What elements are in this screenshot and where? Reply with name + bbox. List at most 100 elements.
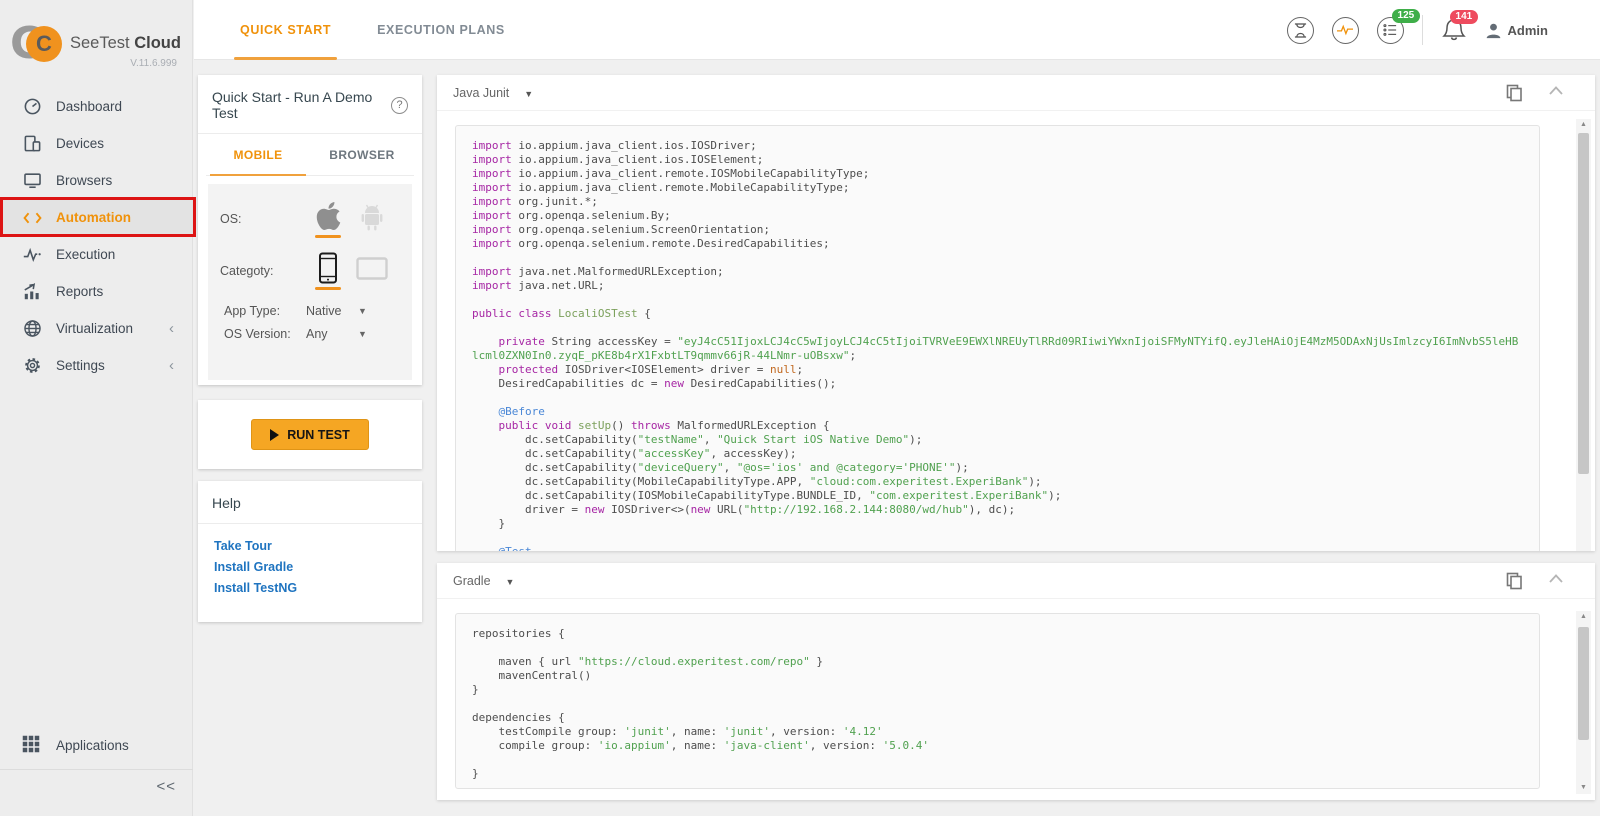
sidebar-item-reports[interactable]: Reports bbox=[0, 273, 192, 310]
code-line: } bbox=[472, 517, 506, 530]
os-version-select[interactable]: Any bbox=[306, 327, 350, 341]
code-line: import java.net.URL; bbox=[472, 279, 605, 292]
sidebar-item-automation[interactable]: Automation bbox=[0, 199, 192, 236]
user-menu[interactable]: Admin bbox=[1485, 22, 1548, 39]
help-icon[interactable]: ? bbox=[391, 96, 408, 114]
gradle-scrollbar[interactable]: ▲ ▼ bbox=[1576, 611, 1591, 794]
os-android-option[interactable] bbox=[350, 200, 394, 231]
globe-icon bbox=[22, 319, 42, 339]
category-phone-option[interactable] bbox=[306, 252, 350, 290]
java-scrollbar[interactable]: ▲ bbox=[1576, 119, 1591, 551]
header-actions: 125 141 Admin bbox=[1286, 0, 1548, 60]
code-line: private String accessKey = "eyJ4cC51Ijox… bbox=[472, 335, 1519, 362]
code-line: compile group: 'io.appium', name: 'java-… bbox=[472, 739, 930, 752]
take-tour-link[interactable]: Take Tour bbox=[214, 536, 406, 557]
copy-code-button[interactable] bbox=[1506, 84, 1523, 102]
quick-start-tabs: MOBILE BROWSER bbox=[206, 134, 414, 176]
code-line: @Before bbox=[498, 405, 545, 418]
task-list-button[interactable]: 125 bbox=[1376, 8, 1421, 44]
sidebar-item-devices[interactable]: Devices bbox=[0, 125, 192, 162]
version-label: V.11.6.999 bbox=[130, 58, 177, 69]
tablet-icon bbox=[356, 257, 388, 280]
install-gradle-link[interactable]: Install Gradle bbox=[214, 557, 406, 578]
task-list-icon bbox=[1383, 23, 1397, 37]
tab-browser[interactable]: BROWSER bbox=[310, 134, 414, 175]
code-line: dc.setCapability(MobileCapabilityType.AP… bbox=[472, 475, 1042, 488]
chevron-down-icon: ▼ bbox=[505, 576, 515, 587]
chevron-left-icon[interactable]: ‹ bbox=[169, 357, 174, 374]
sidebar: C C SeeTest Cloud V.11.6.999 Dashboard D… bbox=[0, 0, 196, 816]
sidebar-item-applications[interactable]: Applications bbox=[0, 728, 192, 762]
code-line: repositories { bbox=[472, 627, 565, 640]
chevron-left-icon[interactable]: ‹ bbox=[169, 320, 174, 337]
code-line: maven { url "https://cloud.experitest.co… bbox=[472, 655, 824, 668]
chevron-down-icon[interactable]: ▼ bbox=[358, 329, 367, 339]
tab-quick-start[interactable]: QUICK START bbox=[233, 0, 338, 60]
chevron-down-icon[interactable]: ▼ bbox=[358, 306, 367, 316]
code-line: public class LocaliOSTest { bbox=[472, 307, 651, 320]
code-line: dc.setCapability(IOSMobileCapabilityType… bbox=[472, 489, 1062, 502]
java-code: import io.appium.java_client.ios.IOSDriv… bbox=[472, 139, 1523, 551]
code-line: driver = new IOSDriver<>(new URL("http:/… bbox=[472, 503, 1016, 516]
code-line: import io.appium.java_client.remote.IOSM… bbox=[472, 167, 870, 180]
code-line: dc.setCapability("deviceQuery", "@os='io… bbox=[472, 461, 969, 474]
pending-sessions-button[interactable] bbox=[1286, 16, 1314, 44]
code-line: public void setUp() throws MalformedURLE… bbox=[498, 419, 830, 432]
app-type-row: App Type: Native ▼ bbox=[220, 304, 400, 318]
tab-mobile[interactable]: MOBILE bbox=[206, 134, 310, 176]
sidebar-item-settings[interactable]: Settings ‹ bbox=[0, 347, 192, 384]
sidebar-item-browsers[interactable]: Browsers bbox=[0, 162, 192, 199]
tab-execution-plans[interactable]: EXECUTION PLANS bbox=[377, 0, 505, 60]
code-line: } bbox=[472, 767, 479, 780]
execution-icon bbox=[22, 245, 42, 265]
header-tabs: QUICK START EXECUTION PLANS bbox=[233, 0, 505, 60]
scrollbar-thumb[interactable] bbox=[1578, 627, 1589, 741]
quick-start-card: Quick Start - Run A Demo Test ? MOBILE B… bbox=[198, 75, 422, 385]
chevron-down-icon: ▼ bbox=[524, 88, 534, 99]
apps-grid-icon bbox=[22, 735, 42, 755]
sidebar-item-virtualization[interactable]: Virtualization ‹ bbox=[0, 310, 192, 347]
install-testng-link[interactable]: Install TestNG bbox=[214, 578, 406, 599]
seetest-logo: C C SeeTest Cloud V.11.6.999 bbox=[10, 18, 185, 74]
pulse-icon bbox=[1337, 24, 1354, 36]
scrollbar-thumb[interactable] bbox=[1578, 133, 1589, 475]
build-tool-select[interactable]: Gradle ▼ bbox=[453, 574, 514, 588]
code-line: DesiredCapabilities dc = new DesiredCapa… bbox=[472, 377, 837, 390]
code-language-select[interactable]: Java Junit ▼ bbox=[453, 86, 533, 100]
gradle-code: repositories { maven { url "https://clou… bbox=[472, 627, 1523, 781]
code-line: @Test bbox=[472, 545, 1523, 551]
sidebar-item-execution[interactable]: Execution bbox=[0, 236, 192, 273]
help-title: Help bbox=[212, 495, 241, 511]
os-version-label: OS Version: bbox=[224, 327, 291, 341]
dashboard-icon bbox=[22, 97, 42, 117]
run-test-button[interactable]: RUN TEST bbox=[251, 419, 369, 450]
scroll-up-arrow[interactable]: ▲ bbox=[1576, 119, 1591, 131]
category-tablet-option[interactable] bbox=[350, 252, 394, 280]
code-line: import org.openqa.selenium.ScreenOrienta… bbox=[472, 223, 771, 236]
collapse-panel-button[interactable] bbox=[1549, 574, 1563, 583]
copy-code-button[interactable] bbox=[1506, 572, 1523, 590]
play-icon bbox=[270, 428, 280, 441]
notifications-button[interactable]: 141 bbox=[1441, 10, 1479, 44]
notifications-count-badge: 141 bbox=[1449, 10, 1479, 24]
sidebar-collapse-button[interactable]: << bbox=[156, 778, 176, 795]
collapse-panel-button[interactable] bbox=[1549, 86, 1563, 95]
sidebar-item-dashboard[interactable]: Dashboard bbox=[0, 88, 192, 125]
code-line: import org.junit.*; bbox=[472, 195, 598, 208]
code-line: import java.net.MalformedURLException; bbox=[472, 265, 724, 278]
hourglass-icon bbox=[1294, 22, 1307, 38]
os-version-row: OS Version: Any ▼ bbox=[220, 327, 400, 341]
os-ios-option[interactable] bbox=[306, 200, 350, 238]
scroll-down-arrow[interactable]: ▼ bbox=[1576, 782, 1591, 794]
run-test-card: RUN TEST bbox=[198, 400, 422, 469]
user-icon bbox=[1485, 22, 1502, 39]
devices-icon bbox=[22, 134, 42, 154]
reports-icon bbox=[22, 282, 42, 302]
scroll-up-arrow[interactable]: ▲ bbox=[1576, 611, 1591, 623]
activity-monitor-button[interactable] bbox=[1331, 16, 1359, 44]
app-type-select[interactable]: Native bbox=[306, 304, 350, 318]
